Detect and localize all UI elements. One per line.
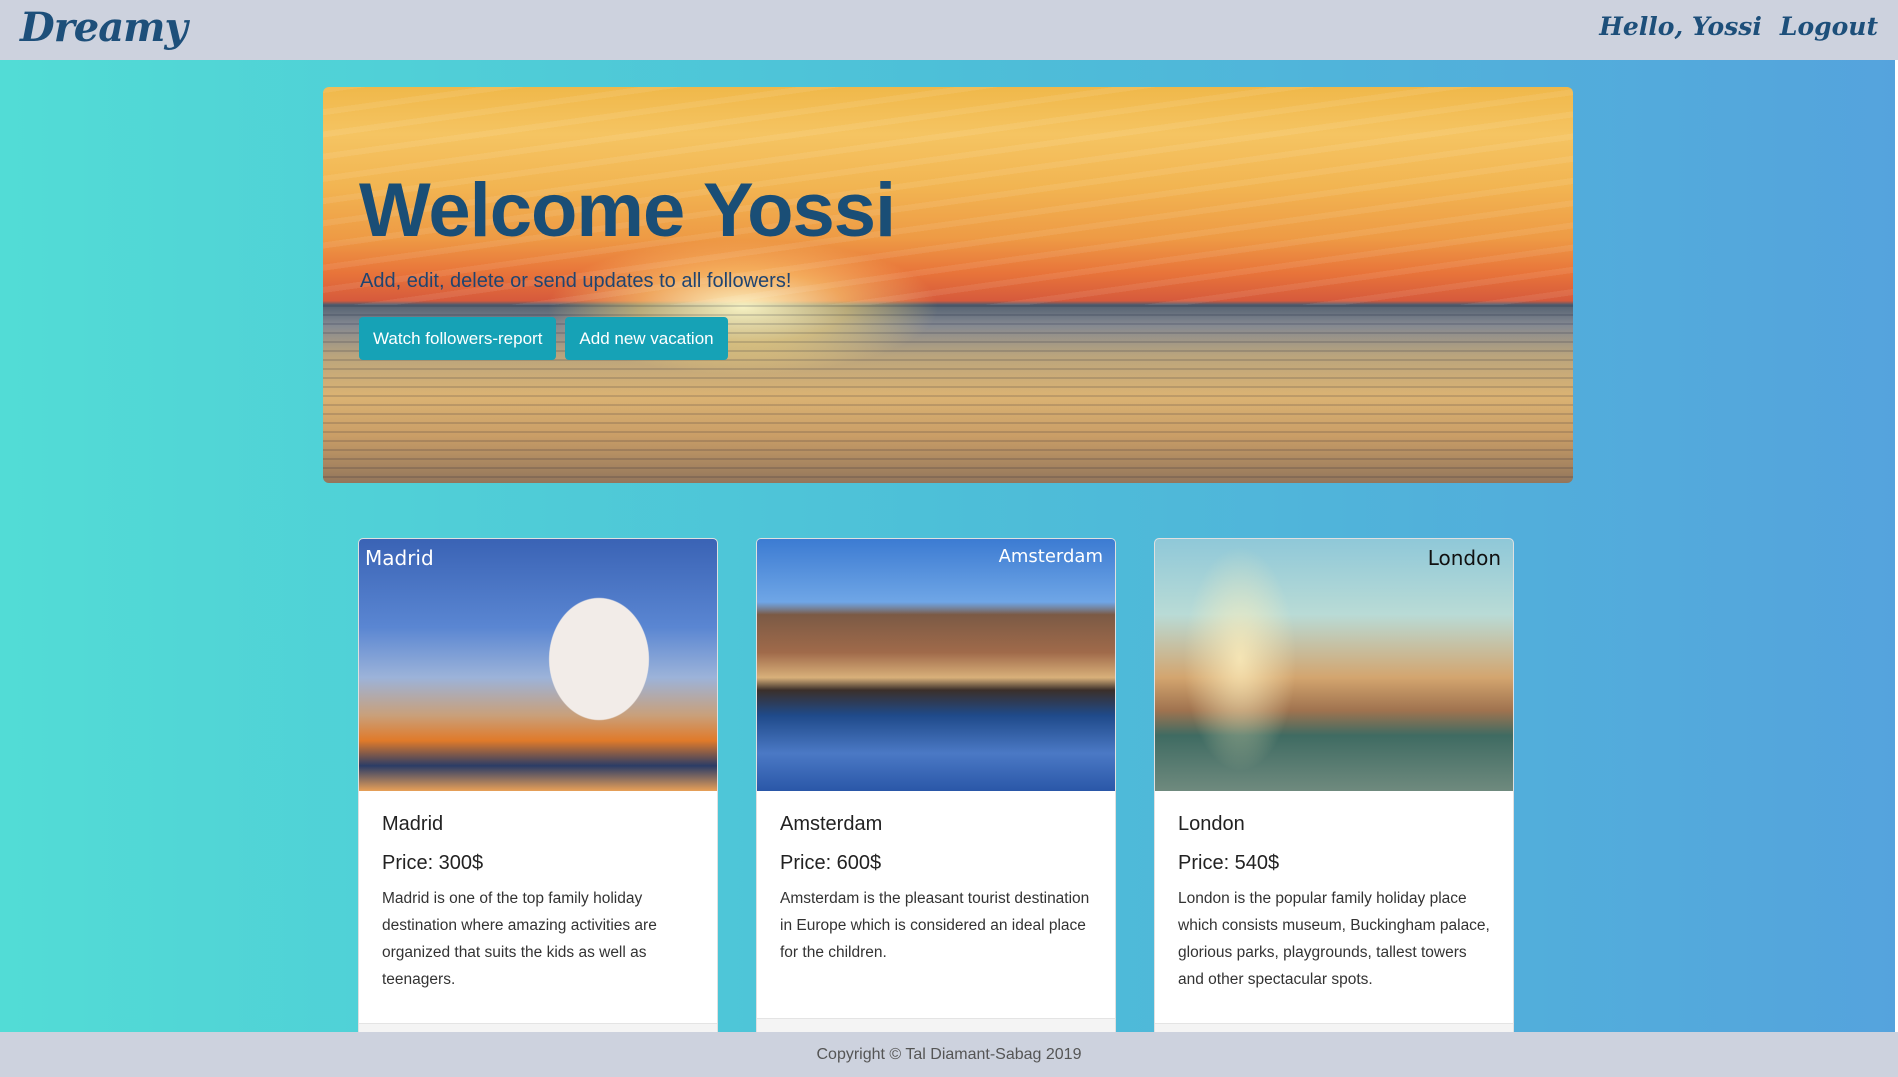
hero-title: Welcome Yossi — [359, 168, 896, 253]
logout-link[interactable]: Logout — [1780, 12, 1878, 41]
card-body: London Price: 540$ London is the popular… — [1155, 791, 1513, 993]
vacation-price: Price: 540$ — [1178, 852, 1280, 874]
vacation-image-madrid: Madrid — [359, 539, 717, 791]
card-body: Madrid Price: 300$ Madrid is one of the … — [359, 791, 717, 993]
card-body: Amsterdam Price: 600$ Amsterdam is the p… — [757, 791, 1115, 966]
vacation-name: Madrid — [382, 813, 444, 835]
user-greeting: Hello, Yossi — [1599, 12, 1762, 41]
vacation-card-london[interactable]: London London Price: 540$ London is the … — [1154, 538, 1514, 1038]
followers-report-button[interactable]: Watch followers-report — [359, 317, 557, 360]
nav-links: Hello, Yossi Logout — [1599, 12, 1878, 41]
top-navbar: Dreamy Hello, Yossi Logout — [0, 0, 1898, 60]
page-footer: Copyright © Tal Diamant-Sabag 2019 — [0, 1032, 1898, 1077]
vacation-description: Amsterdam is the pleasant tourist destin… — [780, 890, 1090, 961]
vacation-card-amsterdam[interactable]: Amsterdam Amsterdam Price: 600$ Amsterda… — [756, 538, 1116, 1038]
brand-logo[interactable]: Dreamy — [20, 4, 188, 51]
vacation-image-london: London — [1155, 539, 1513, 791]
image-caption: London — [1427, 546, 1501, 570]
vacation-image-amsterdam: Amsterdam — [757, 539, 1115, 791]
vacation-description: Madrid is one of the top family holiday … — [382, 890, 657, 988]
vacation-card-madrid[interactable]: Madrid Madrid Price: 300$ Madrid is one … — [358, 538, 718, 1038]
vacation-price: Price: 600$ — [780, 852, 882, 874]
vacation-description: London is the popular family holiday pla… — [1178, 890, 1490, 988]
vacation-name: London — [1178, 813, 1245, 835]
vacation-cards: Madrid Madrid Price: 300$ Madrid is one … — [358, 538, 1514, 1038]
hero-subtitle: Add, edit, delete or send updates to all… — [360, 270, 792, 292]
hero-jumbotron: Welcome Yossi Add, edit, delete or send … — [323, 87, 1573, 483]
hero-actions: Watch followers-report Add new vacation — [359, 317, 728, 360]
vacation-price: Price: 300$ — [382, 852, 484, 874]
add-vacation-button[interactable]: Add new vacation — [565, 317, 728, 360]
image-caption: Madrid — [365, 546, 434, 570]
vacation-name: Amsterdam — [780, 813, 883, 835]
copyright-text: Copyright © Tal Diamant-Sabag 2019 — [816, 1046, 1082, 1063]
image-caption: Amsterdam — [998, 546, 1103, 567]
